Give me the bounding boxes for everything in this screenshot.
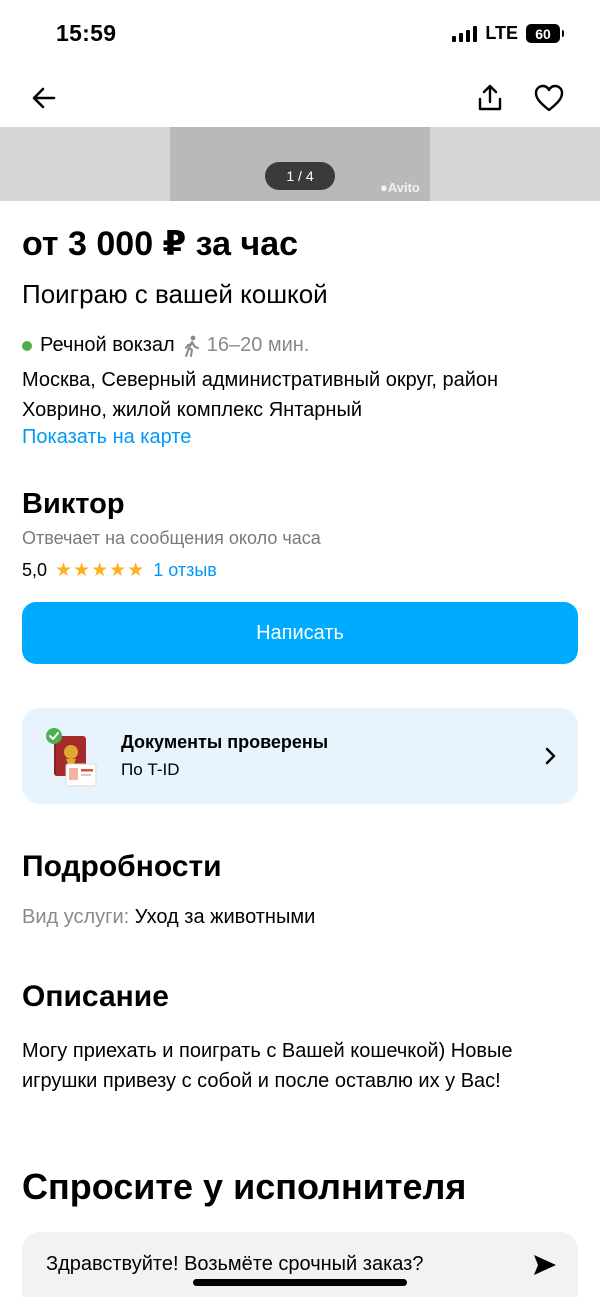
metro-info: Речной вокзал 16–20 мин. [22, 334, 309, 357]
passport-verified-icon [46, 728, 97, 787]
favorite-button[interactable] [529, 78, 569, 118]
signal-icon [452, 25, 478, 42]
battery-icon: 60 [526, 24, 564, 43]
paw-icon: ● [380, 180, 388, 195]
metro-station: Речной вокзал [40, 334, 175, 356]
seller-name[interactable]: Виктор [22, 488, 125, 521]
listing-title: Поиграю с вашей кошкой [22, 279, 328, 309]
reviews-link[interactable]: 1 отзыв [153, 560, 217, 581]
back-button[interactable] [24, 78, 64, 118]
verification-title: Документы проверены [121, 732, 329, 752]
verification-subtitle: По T-ID [121, 760, 180, 779]
status-bar: 15:59 LTE 60 [0, 0, 600, 70]
metro-time-text: 16–20 мин. [206, 334, 310, 356]
show-on-map-link[interactable]: Показать на карте [22, 426, 191, 449]
status-time: 15:59 [56, 20, 117, 46]
service-type-row: Вид услуги: Уход за животными [22, 906, 315, 929]
metro-walk-time: 16–20 мин. [183, 334, 310, 357]
write-message-button[interactable]: Написать [22, 602, 578, 664]
arrow-left-icon [32, 87, 56, 109]
service-type-label: Вид услуги: [22, 906, 130, 928]
metro-line-dot [22, 340, 32, 351]
description-heading: Описание [22, 980, 169, 1013]
send-icon [534, 1255, 556, 1275]
walking-person-icon [184, 335, 199, 357]
send-button[interactable] [530, 1250, 560, 1280]
share-icon [478, 84, 502, 111]
quick-question-card[interactable]: Здравствуйте! Возьмёте срочный заказ? [22, 1232, 578, 1297]
rating-value: 5,0 [22, 560, 48, 580]
avito-watermark: ●Avito [380, 180, 420, 195]
listing-address: Москва, Северный административный округ,… [22, 369, 499, 421]
network-label: LTE [485, 23, 518, 43]
share-button[interactable] [470, 78, 510, 118]
chevron-right-icon [538, 742, 564, 770]
service-type-value: Уход за животными [134, 906, 316, 928]
status-indicators: LTE 60 [452, 23, 564, 44]
details-heading: Подробности [22, 850, 222, 883]
top-nav [0, 70, 600, 126]
quick-question-text[interactable]: Здравствуйте! Возьмёте срочный заказ? [46, 1253, 423, 1276]
heart-icon [534, 84, 564, 112]
listing-price: от 3 000 ₽ за час [22, 225, 299, 263]
seller-reply-time: Отвечает на сообщения около часа [22, 528, 321, 548]
description-text: Могу приехать и поиграть с Вашей кошечко… [22, 1040, 513, 1092]
documents-verified-card[interactable]: Документы проверены По T-ID [22, 708, 578, 804]
home-indicator [193, 1279, 407, 1286]
rating-stars-icon: ★★★★★ [55, 560, 146, 581]
watermark-text: Avito [387, 180, 420, 195]
photo-counter: 1 / 4 [265, 162, 335, 190]
ask-heading: Спросите у исполнителя [22, 1166, 467, 1207]
seller-rating: 5,0 ★★★★★ 1 отзыв [22, 559, 217, 582]
